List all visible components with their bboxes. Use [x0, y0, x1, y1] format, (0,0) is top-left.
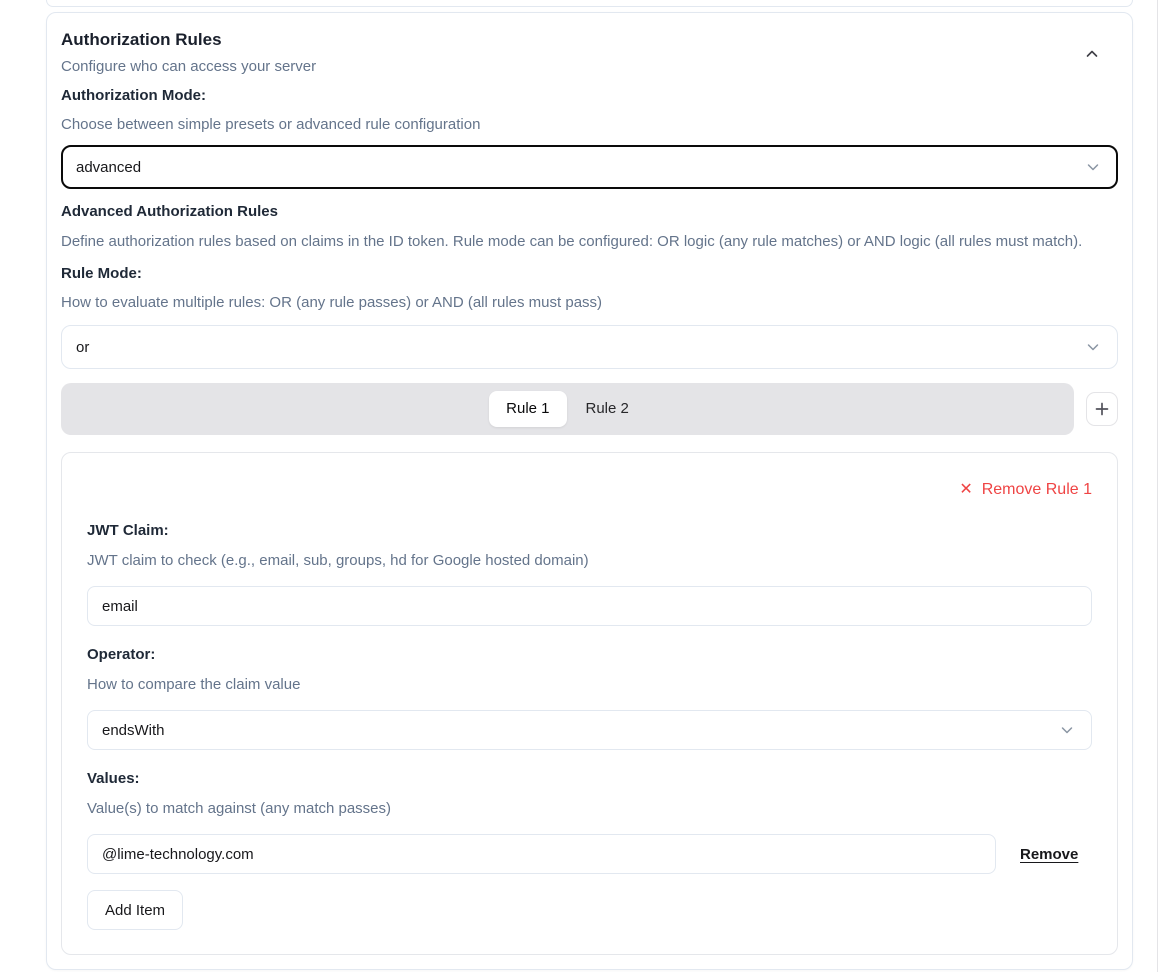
rule-tabs-row: Rule 1 Rule 2	[61, 383, 1118, 435]
rule-mode-select[interactable]: or	[61, 325, 1118, 369]
values-label: Values:	[87, 769, 1092, 789]
operator-description: How to compare the claim value	[87, 675, 1092, 695]
collapse-panel-button[interactable]	[1078, 40, 1106, 68]
remove-rule-row: ✕ Remove Rule 1	[87, 478, 1092, 502]
chevron-down-icon	[1085, 159, 1101, 175]
rule-mode-value: or	[76, 339, 89, 356]
rule-1-card: ✕ Remove Rule 1 JWT Claim: JWT claim to …	[61, 452, 1118, 955]
authorization-mode-description: Choose between simple presets or advance…	[61, 115, 1118, 135]
authorization-mode-select[interactable]: advanced	[61, 145, 1118, 189]
add-rule-button[interactable]	[1086, 392, 1118, 426]
value-item-row: Remove	[87, 834, 1092, 874]
remove-rule-label: Remove Rule 1	[982, 478, 1092, 502]
jwt-claim-description: JWT claim to check (e.g., email, sub, gr…	[87, 551, 1092, 571]
values-description: Value(s) to match against (any match pas…	[87, 799, 1092, 819]
authorization-rules-panel: Authorization Rules Configure who can ac…	[46, 12, 1133, 970]
right-divider	[1157, 0, 1158, 972]
remove-rule-button[interactable]: ✕ Remove Rule 1	[959, 478, 1092, 502]
rule-mode-description: How to evaluate multiple rules: OR (any …	[61, 293, 1118, 313]
operator-label: Operator:	[87, 645, 1092, 665]
add-item-button[interactable]: Add Item	[87, 890, 183, 930]
operator-value: endsWith	[102, 722, 165, 739]
plus-icon	[1094, 401, 1110, 417]
panel-header: Authorization Rules Configure who can ac…	[61, 28, 1118, 77]
chevron-down-icon	[1085, 339, 1101, 355]
remove-value-link[interactable]: Remove	[1020, 846, 1078, 863]
previous-card-edge	[46, 0, 1133, 7]
advanced-rules-title: Advanced Authorization Rules	[61, 202, 1118, 222]
authorization-mode-value: advanced	[76, 159, 141, 176]
x-icon: ✕	[959, 478, 972, 502]
chevron-up-icon	[1084, 50, 1100, 65]
operator-select[interactable]: endsWith	[87, 710, 1092, 750]
chevron-down-icon	[1059, 722, 1075, 738]
jwt-claim-label: JWT Claim:	[87, 521, 1092, 541]
tab-rule-2[interactable]: Rule 2	[569, 391, 646, 427]
panel-subtitle: Configure who can access your server	[61, 57, 316, 77]
jwt-claim-input[interactable]	[87, 586, 1092, 626]
rule-tabbar: Rule 1 Rule 2	[61, 383, 1074, 435]
advanced-rules-description: Define authorization rules based on clai…	[61, 232, 1118, 252]
authorization-mode-label: Authorization Mode:	[61, 86, 1118, 106]
tab-rule-1[interactable]: Rule 1	[489, 391, 566, 427]
rule-mode-label: Rule Mode:	[61, 264, 1118, 284]
panel-title: Authorization Rules	[61, 28, 316, 52]
panel-header-text: Authorization Rules Configure who can ac…	[61, 28, 316, 77]
value-input[interactable]	[87, 834, 996, 874]
settings-page: Authorization Rules Configure who can ac…	[0, 0, 1162, 972]
